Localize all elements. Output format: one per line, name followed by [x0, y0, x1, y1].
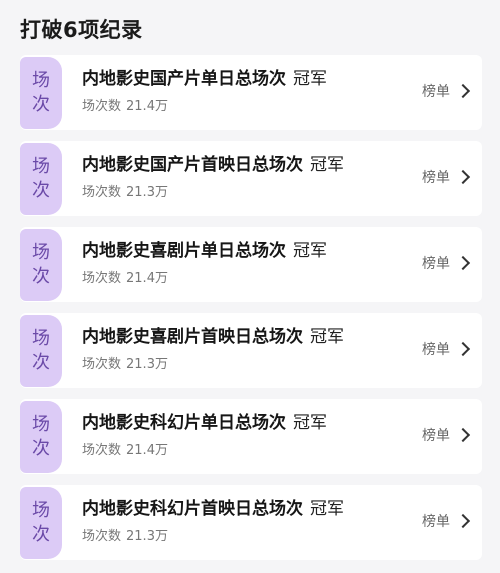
chevron-right-icon — [455, 169, 471, 185]
rank-list-label: 榜单 — [422, 170, 450, 186]
rank-list-link[interactable]: 榜单 — [422, 339, 471, 359]
record-stat: 场次数 21.4万 — [82, 270, 168, 288]
record-stat: 场次数 21.3万 — [82, 356, 168, 374]
rank-list-label: 榜单 — [422, 84, 450, 100]
record-stat-value: 21.4万 — [126, 271, 168, 286]
record-stat-label: 场次数 — [82, 529, 122, 544]
record-stat-value: 21.3万 — [126, 357, 168, 372]
record-title: 内地影史国产片单日总场次 冠军 — [82, 67, 327, 91]
record-title: 内地影史喜剧片首映日总场次 冠军 — [82, 325, 344, 349]
rank-list-label: 榜单 — [422, 256, 450, 272]
record-stat-label: 场次数 — [82, 185, 122, 200]
badge-char: 次 — [32, 266, 50, 287]
badge-char: 场 — [32, 500, 50, 521]
record-card[interactable]: 场 次 内地影史科幻片首映日总场次 冠军 场次数 21.3万 榜单 — [20, 485, 482, 560]
record-stat-value: 21.3万 — [126, 185, 168, 200]
badge-char: 次 — [32, 524, 50, 545]
record-title-suffix: 冠军 — [310, 327, 344, 347]
rank-list-link[interactable]: 榜单 — [422, 511, 471, 531]
chevron-right-icon — [455, 83, 471, 99]
badge-char: 场 — [32, 70, 50, 91]
record-title-suffix: 冠军 — [310, 499, 344, 519]
badge-char: 场 — [32, 414, 50, 435]
rank-list-link[interactable]: 榜单 — [422, 167, 471, 187]
record-card[interactable]: 场 次 内地影史喜剧片单日总场次 冠军 场次数 21.4万 榜单 — [20, 227, 482, 302]
record-stat-label: 场次数 — [82, 99, 122, 114]
record-stat-value: 21.4万 — [126, 443, 168, 458]
record-badge: 场 次 — [20, 143, 62, 215]
record-card[interactable]: 场 次 内地影史国产片首映日总场次 冠军 场次数 21.3万 榜单 — [20, 141, 482, 216]
rank-list-link[interactable]: 榜单 — [422, 81, 471, 101]
badge-char: 次 — [32, 352, 50, 373]
chevron-right-icon — [455, 427, 471, 443]
chevron-right-icon — [455, 255, 471, 271]
section-title: 打破6项纪录 — [20, 18, 143, 42]
rank-list-label: 榜单 — [422, 428, 450, 444]
record-badge: 场 次 — [20, 57, 62, 129]
record-badge: 场 次 — [20, 315, 62, 387]
record-badge: 场 次 — [20, 487, 62, 559]
rank-list-label: 榜单 — [422, 342, 450, 358]
record-stat-label: 场次数 — [82, 271, 122, 286]
record-title-main: 内地影史科幻片首映日总场次 — [82, 499, 303, 519]
record-badge: 场 次 — [20, 229, 62, 301]
record-title-suffix: 冠军 — [310, 155, 344, 175]
record-stat: 场次数 21.4万 — [82, 442, 168, 460]
record-stat-label: 场次数 — [82, 443, 122, 458]
badge-char: 次 — [32, 180, 50, 201]
record-card[interactable]: 场 次 内地影史喜剧片首映日总场次 冠军 场次数 21.3万 榜单 — [20, 313, 482, 388]
record-title-suffix: 冠军 — [293, 241, 327, 261]
chevron-right-icon — [455, 513, 471, 529]
record-stat: 场次数 21.4万 — [82, 98, 168, 116]
record-title-main: 内地影史国产片单日总场次 — [82, 69, 286, 89]
rank-list-label: 榜单 — [422, 514, 450, 530]
record-stat-value: 21.3万 — [126, 529, 168, 544]
record-card[interactable]: 场 次 内地影史科幻片单日总场次 冠军 场次数 21.4万 榜单 — [20, 399, 482, 474]
record-badge: 场 次 — [20, 401, 62, 473]
record-title: 内地影史国产片首映日总场次 冠军 — [82, 153, 344, 177]
record-title-main: 内地影史喜剧片首映日总场次 — [82, 327, 303, 347]
records-page: 打破6项纪录 场 次 内地影史国产片单日总场次 冠军 场次数 21.4万 榜单 场 … — [0, 0, 500, 573]
badge-char: 次 — [32, 94, 50, 115]
record-stat: 场次数 21.3万 — [82, 528, 168, 546]
record-stat-label: 场次数 — [82, 357, 122, 372]
record-card[interactable]: 场 次 内地影史国产片单日总场次 冠军 场次数 21.4万 榜单 — [20, 55, 482, 130]
record-title-suffix: 冠军 — [293, 69, 327, 89]
badge-char: 次 — [32, 438, 50, 459]
record-title: 内地影史科幻片单日总场次 冠军 — [82, 411, 327, 435]
record-list: 场 次 内地影史国产片单日总场次 冠军 场次数 21.4万 榜单 场 次 内地影史国… — [20, 55, 482, 571]
record-title-main: 内地影史科幻片单日总场次 — [82, 413, 286, 433]
badge-char: 场 — [32, 242, 50, 263]
record-title-main: 内地影史国产片首映日总场次 — [82, 155, 303, 175]
chevron-right-icon — [455, 341, 471, 357]
badge-char: 场 — [32, 328, 50, 349]
record-stat-value: 21.4万 — [126, 99, 168, 114]
record-title-suffix: 冠军 — [293, 413, 327, 433]
badge-char: 场 — [32, 156, 50, 177]
rank-list-link[interactable]: 榜单 — [422, 253, 471, 273]
record-stat: 场次数 21.3万 — [82, 184, 168, 202]
rank-list-link[interactable]: 榜单 — [422, 425, 471, 445]
record-title: 内地影史喜剧片单日总场次 冠军 — [82, 239, 327, 263]
record-title: 内地影史科幻片首映日总场次 冠军 — [82, 497, 344, 521]
record-title-main: 内地影史喜剧片单日总场次 — [82, 241, 286, 261]
